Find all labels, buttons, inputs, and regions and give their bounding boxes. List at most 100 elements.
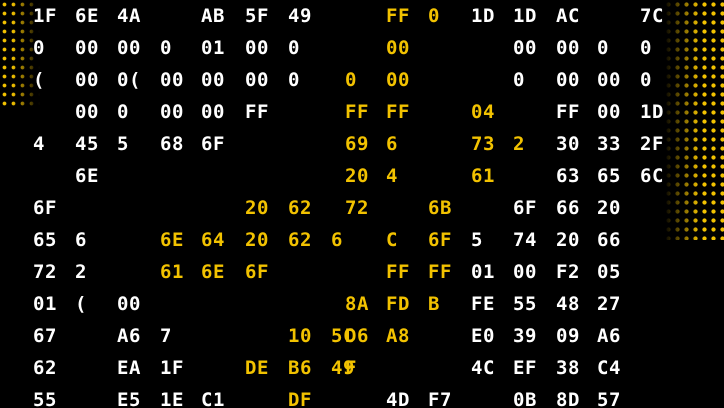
hex-byte: ( [75, 293, 87, 315]
hex-byte: 0( [117, 69, 141, 91]
hex-byte: 4A [117, 5, 141, 27]
hex-byte: 00 [201, 101, 225, 123]
hex-byte: 00 [160, 101, 184, 123]
hex-byte: 6F [245, 261, 269, 283]
hex-byte: 00 [201, 69, 225, 91]
hex-byte: 4C [471, 357, 495, 379]
hex-byte: 00 [117, 37, 141, 59]
hex-byte: A6 [117, 325, 141, 347]
hex-byte: FF [245, 101, 269, 123]
hex-byte: A6 [597, 325, 621, 347]
hex-byte: 00 [75, 101, 99, 123]
hex-byte: 6 [386, 133, 398, 155]
hex-byte: 4 [386, 165, 398, 187]
hex-byte: 00 [556, 69, 580, 91]
hex-byte: 62 [33, 357, 57, 379]
hex-byte: 00 [75, 69, 99, 91]
hex-byte: 6E [75, 5, 99, 27]
hex-byte: F [345, 357, 357, 379]
hex-byte: F2 [556, 261, 580, 283]
hex-byte: 20 [345, 165, 369, 187]
hex-byte: 20 [597, 197, 621, 219]
hex-byte: 73 [471, 133, 495, 155]
hex-byte: 65 [597, 165, 621, 187]
hex-byte: 63 [556, 165, 580, 187]
hex-byte: FF [386, 101, 410, 123]
hex-byte: 5F [245, 5, 269, 27]
hex-byte: 2F [640, 133, 664, 155]
hex-byte: 00 [245, 69, 269, 91]
hex-byte: 2 [513, 133, 525, 155]
hex-byte: C4 [597, 357, 621, 379]
hex-byte: 27 [597, 293, 621, 315]
hex-byte: 61 [471, 165, 495, 187]
hex-byte: 20 [245, 229, 269, 251]
hex-byte: 0 [288, 69, 300, 91]
hex-byte: 0 [513, 69, 525, 91]
hex-byte: 72 [33, 261, 57, 283]
hex-byte-grid: 1F 6E 4A AB 5F 49 FF 0 1D 1D AC 7C 0 00 00 0 01 00 0 00 00 00… [0, 0, 724, 408]
hex-byte: FF [386, 5, 410, 27]
hex-byte: 5 [471, 229, 483, 251]
hex-byte: 6B [428, 197, 452, 219]
hex-byte: 33 [597, 133, 621, 155]
hex-byte: 00 [513, 261, 537, 283]
hex-byte: B [428, 293, 440, 315]
hex-byte: 01 [201, 37, 225, 59]
hex-byte: 05 [597, 261, 621, 283]
hex-byte: 01 [471, 261, 495, 283]
hex-byte: 4D [386, 389, 410, 408]
hex-byte: 01 [33, 293, 57, 315]
hex-byte: 6E [160, 229, 184, 251]
hex-byte: 00 [386, 37, 410, 59]
hex-byte: 55 [513, 293, 537, 315]
hex-byte: 1D [640, 101, 664, 123]
hex-byte: 1D [513, 5, 537, 27]
hex-byte: 6F [201, 133, 225, 155]
hex-byte: 0B [513, 389, 537, 408]
hex-byte: DF [288, 389, 312, 408]
hex-byte: E5 [117, 389, 141, 408]
hex-byte: 66 [597, 229, 621, 251]
hex-byte: ( [33, 69, 45, 91]
hex-byte: 57 [597, 389, 621, 408]
hex-byte: 0 [288, 37, 300, 59]
hex-byte: 0 [640, 69, 652, 91]
hex-byte: FF [386, 261, 410, 283]
hex-byte: 67 [33, 325, 57, 347]
hex-byte: 7C [640, 5, 664, 27]
hex-byte: 64 [201, 229, 225, 251]
hex-byte: 20 [245, 197, 269, 219]
hex-byte: 6F [428, 229, 452, 251]
hex-byte: 0 [117, 101, 129, 123]
hex-byte: 4 [33, 133, 45, 155]
hex-byte: D6 [345, 325, 369, 347]
hex-byte: 1E [160, 389, 184, 408]
hex-byte: 0 [428, 5, 440, 27]
hex-byte: 00 [597, 69, 621, 91]
hex-byte: 00 [556, 37, 580, 59]
hex-byte: FD [386, 293, 410, 315]
hex-byte: 62 [288, 229, 312, 251]
hex-byte: A8 [386, 325, 410, 347]
hex-byte: 00 [75, 37, 99, 59]
hex-byte: 09 [556, 325, 580, 347]
hex-byte: 6E [201, 261, 225, 283]
hex-byte: 55 [33, 389, 57, 408]
hex-byte: 1F [160, 357, 184, 379]
hex-byte: 0 [160, 37, 172, 59]
hex-byte: 68 [160, 133, 184, 155]
hex-byte: 5 [117, 133, 129, 155]
hex-byte: 6F [33, 197, 57, 219]
hex-byte: 6F [513, 197, 537, 219]
hex-byte: 61 [160, 261, 184, 283]
hex-byte: 00 [245, 37, 269, 59]
hex-byte: 0 [33, 37, 45, 59]
hex-byte: 38 [556, 357, 580, 379]
hex-byte: 6 [331, 229, 343, 251]
hex-byte: 1D [471, 5, 495, 27]
hex-byte: 00 [117, 293, 141, 315]
hex-byte: 0 [345, 69, 357, 91]
hex-byte: EA [117, 357, 141, 379]
hex-byte: 72 [345, 197, 369, 219]
